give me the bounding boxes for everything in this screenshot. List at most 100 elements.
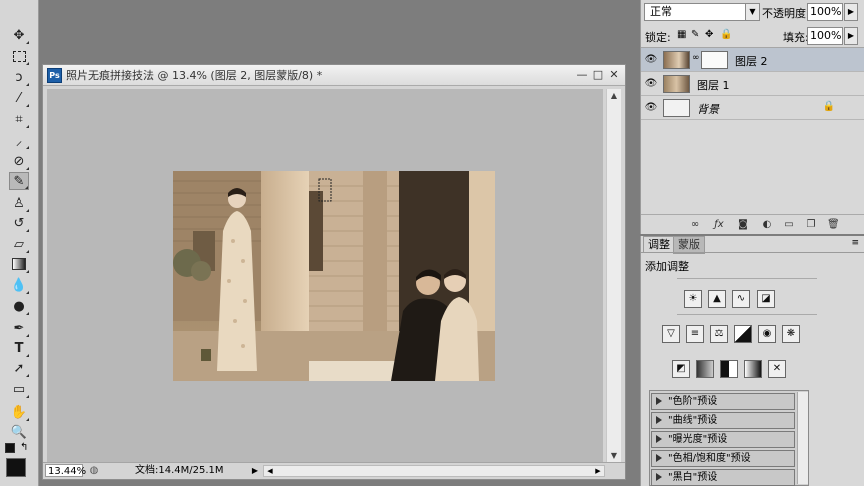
foreground-color-swatch[interactable]: [6, 458, 26, 477]
link-layers-icon[interactable]: ∞: [689, 219, 701, 231]
brush-tool-icon[interactable]: ✎: [9, 172, 29, 190]
layer-row-layer1[interactable]: 👁 图层 1: [641, 72, 864, 96]
gradient-tool-icon[interactable]: [9, 255, 29, 273]
expand-arrow-icon: [656, 454, 662, 462]
path-selection-tool-icon[interactable]: ➚: [9, 359, 29, 377]
eyedropper-tool-icon[interactable]: ⸝: [9, 131, 29, 149]
blur-tool-icon[interactable]: 💧: [9, 276, 29, 294]
healing-brush-tool-icon[interactable]: ⊘: [9, 152, 29, 170]
link-icon[interactable]: ∞: [692, 53, 700, 63]
move-tool-icon[interactable]: ✥: [9, 26, 29, 44]
minimize-icon[interactable]: —: [575, 68, 589, 81]
preset-black-white[interactable]: "黑白"预设: [651, 469, 795, 486]
crop-tool-icon[interactable]: ⌗: [9, 110, 29, 128]
opacity-slider-arrow-icon[interactable]: ▶: [844, 3, 858, 21]
color-balance-icon[interactable]: ⚖: [710, 325, 728, 343]
preset-curves[interactable]: "曲线"预设: [651, 412, 795, 429]
preset-hue-saturation[interactable]: "色相/饱和度"预设: [651, 450, 795, 467]
layer-name: 背景: [697, 103, 719, 116]
lock-label: 锁定:: [645, 31, 671, 44]
photo-illustration: [173, 171, 495, 381]
photoshop-doc-icon: Ps: [47, 67, 62, 83]
expand-arrow-icon: [656, 397, 662, 405]
magic-wand-tool-icon[interactable]: ⁄: [9, 89, 29, 107]
layer-mask-thumbnail[interactable]: [701, 51, 728, 69]
layer-row-layer2[interactable]: 👁 ∞ 图层 2: [641, 48, 864, 72]
zoom-tool-icon[interactable]: 🔍: [9, 423, 29, 441]
fill-field[interactable]: 100%: [807, 27, 843, 45]
expand-arrow-icon: [656, 416, 662, 424]
chevron-down-icon: ▼: [745, 4, 759, 20]
black-white-icon[interactable]: [734, 325, 752, 343]
levels-icon[interactable]: ▲: [708, 290, 726, 308]
document-title: 照片无痕拼接技法 @ 13.4% (图层 2, 图层蒙版/8) *: [66, 69, 323, 82]
lasso-tool-icon[interactable]: ↄ: [9, 68, 29, 86]
adjustments-panel: 调整 蒙版 ≡ 添加调整 ☀ ▲ ∿ ◪ ▽ ≡ ⚖ ◉ ❋ ◩ ✕ "色阶"预…: [640, 236, 864, 486]
horizontal-scrollbar[interactable]: ◀ ▶: [263, 465, 605, 477]
tab-adjustments[interactable]: 调整: [643, 236, 675, 253]
layer-row-background[interactable]: 👁 背景 🔒: [641, 96, 864, 120]
pen-tool-icon[interactable]: ✒: [9, 319, 29, 337]
vibrance-icon[interactable]: ▽: [662, 325, 680, 343]
expand-arrow-icon: [656, 435, 662, 443]
adjustment-layer-icon[interactable]: ◐: [761, 219, 773, 231]
lock-transparent-icon[interactable]: ▦: [677, 29, 686, 40]
dodge-tool-icon[interactable]: ●: [9, 297, 29, 315]
status-info-icon[interactable]: ◍: [87, 464, 101, 477]
hand-tool-icon[interactable]: ✋: [9, 403, 29, 421]
layer-style-icon[interactable]: ƒx: [713, 219, 725, 231]
photo-filter-icon[interactable]: ◉: [758, 325, 776, 343]
scroll-up-icon[interactable]: ▲: [607, 89, 621, 103]
lock-position-icon[interactable]: ✥: [705, 29, 713, 40]
new-layer-icon[interactable]: ❐: [805, 219, 817, 231]
vertical-scrollbar[interactable]: ▲ ▼: [606, 89, 621, 463]
add-mask-icon[interactable]: ◙: [737, 219, 749, 231]
clone-stamp-tool-icon[interactable]: ♙: [9, 194, 29, 212]
scroll-down-icon[interactable]: ▼: [607, 449, 621, 463]
blend-mode-value: 正常: [650, 5, 672, 18]
history-brush-tool-icon[interactable]: ↺: [9, 214, 29, 232]
posterize-icon[interactable]: [696, 360, 714, 378]
close-icon[interactable]: ✕: [607, 68, 621, 81]
wedding-photo-composite[interactable]: [173, 171, 495, 381]
status-menu-arrow-icon[interactable]: ▶: [249, 464, 261, 477]
opacity-field[interactable]: 100%: [807, 3, 843, 21]
hue-saturation-icon[interactable]: ≡: [686, 325, 704, 343]
canvas-area[interactable]: [47, 89, 603, 463]
eraser-tool-icon[interactable]: ▱: [9, 235, 29, 253]
fill-slider-arrow-icon[interactable]: ▶: [844, 27, 858, 45]
marquee-tool-icon[interactable]: [9, 47, 29, 65]
curves-icon[interactable]: ∿: [732, 290, 750, 308]
lock-image-icon[interactable]: ✎: [691, 29, 699, 40]
eye-icon[interactable]: 👁: [644, 53, 658, 67]
eye-icon[interactable]: 👁: [644, 77, 658, 91]
channel-mixer-icon[interactable]: ❋: [782, 325, 800, 343]
invert-icon[interactable]: ◩: [672, 360, 690, 378]
document-title-bar[interactable]: Ps 照片无痕拼接技法 @ 13.4% (图层 2, 图层蒙版/8) * — □…: [43, 65, 625, 86]
lock-all-icon[interactable]: 🔒: [720, 29, 732, 40]
blend-mode-select[interactable]: 正常 ▼: [644, 3, 760, 21]
scroll-right-icon[interactable]: ▶: [592, 466, 604, 476]
presets-scrollbar[interactable]: [797, 392, 808, 484]
default-colors-icon[interactable]: [5, 443, 15, 453]
exposure-icon[interactable]: ◪: [757, 290, 775, 308]
scroll-left-icon[interactable]: ◀: [264, 466, 276, 476]
preset-levels[interactable]: "色阶"预设: [651, 393, 795, 410]
brightness-contrast-icon[interactable]: ☀: [684, 290, 702, 308]
delete-layer-icon[interactable]: 🗑: [827, 219, 840, 231]
shape-tool-icon[interactable]: ▭: [9, 380, 29, 398]
adjustments-heading: 添加调整: [645, 260, 689, 273]
status-bar: 13.44% ◍ 文档:14.4M/25.1M ▶ ◀ ▶: [43, 462, 625, 479]
preset-exposure[interactable]: "曝光度"预设: [651, 431, 795, 448]
type-tool-icon[interactable]: T: [9, 339, 29, 357]
maximize-icon[interactable]: □: [591, 68, 605, 81]
threshold-icon[interactable]: [720, 360, 738, 378]
gradient-map-icon[interactable]: [744, 360, 762, 378]
swap-colors-icon[interactable]: ↰: [20, 442, 28, 453]
new-group-icon[interactable]: ▭: [783, 219, 795, 231]
layer-name: 图层 1: [697, 79, 730, 92]
selective-color-icon[interactable]: ✕: [768, 360, 786, 378]
panel-menu-icon[interactable]: ≡: [851, 238, 859, 248]
eye-icon[interactable]: 👁: [644, 101, 658, 115]
zoom-level-field[interactable]: 13.44%: [45, 464, 86, 477]
